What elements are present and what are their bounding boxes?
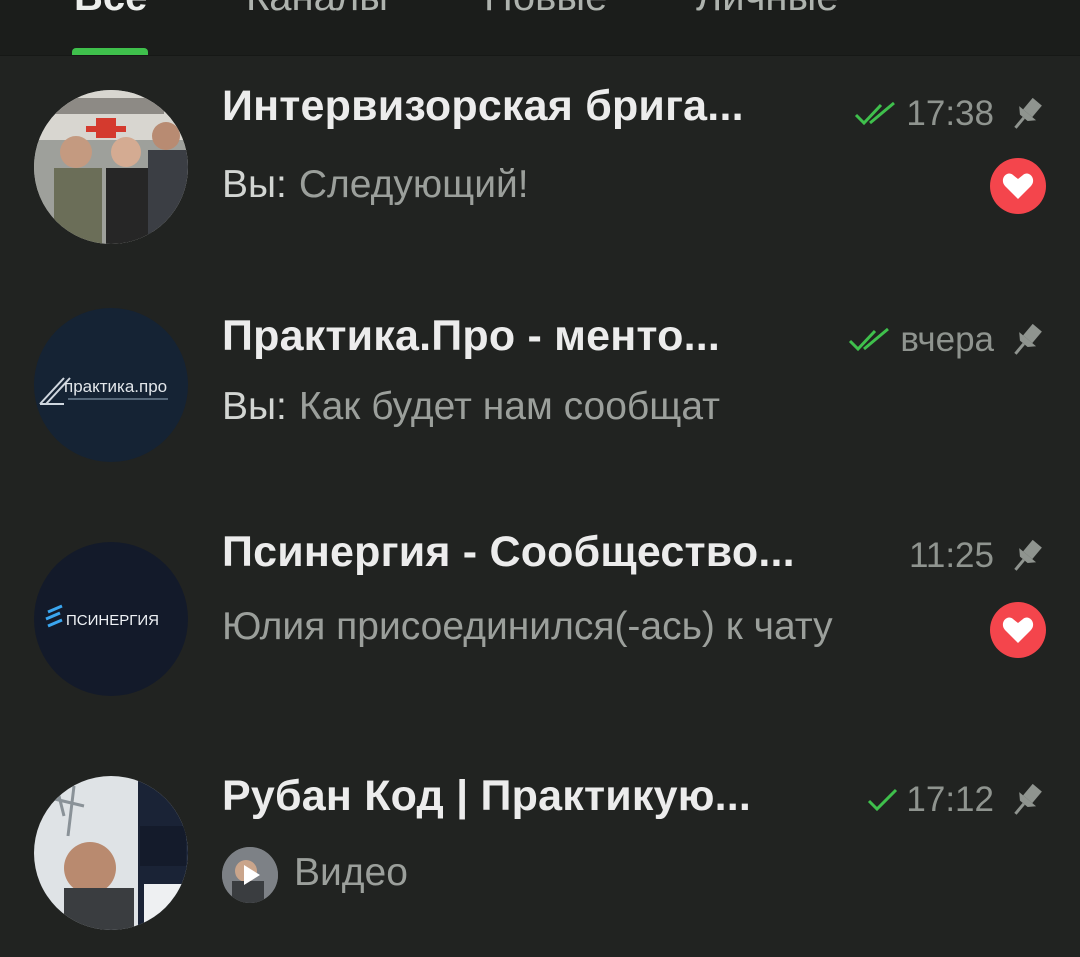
heart-icon: [1002, 173, 1034, 199]
avatar-logo-icon: ПСИНЕРГИЯ: [34, 542, 188, 696]
pin-icon: [1014, 97, 1042, 129]
tab-new[interactable]: Новые: [484, 0, 607, 17]
single-check-icon: [868, 788, 898, 812]
pin-icon: [1014, 783, 1042, 815]
heart-icon: [1002, 617, 1034, 643]
preview-text: Как будет нам сообщат: [298, 385, 721, 428]
preview-text: Юлия присоединился(-ась) к чату: [222, 605, 833, 648]
avatar: [34, 776, 188, 930]
preview-text: Следующий!: [298, 163, 529, 206]
double-check-icon: [849, 327, 890, 352]
video-thumbnail[interactable]: [222, 846, 278, 903]
pin-icon: [1014, 323, 1042, 355]
avatar: практика.про: [34, 308, 188, 462]
pin-icon: [1014, 539, 1042, 571]
chat-time: вчера: [900, 320, 994, 359]
folder-tabs: Все Каналы Новые Личные: [0, 0, 1080, 56]
avatar-logo-text: практика.про: [64, 377, 167, 396]
avatar-photo-icon: [34, 90, 188, 244]
chat-title: Интервизорская брига...: [222, 82, 744, 130]
chat-preview: Видео: [222, 842, 922, 904]
chat-time: 17:12: [906, 780, 994, 819]
sender-label: Вы:: [222, 385, 287, 428]
play-icon: [222, 846, 278, 903]
avatar: [34, 90, 188, 244]
tab-channels[interactable]: Каналы: [246, 0, 388, 17]
chat-row[interactable]: практика.про Практика.Про - менто... вче…: [0, 288, 1080, 520]
chat-row[interactable]: Рубан Код | Практикую... 17:12 Видео: [0, 760, 1080, 957]
chat-meta: вчера: [848, 320, 1046, 360]
reaction-badge[interactable]: [990, 602, 1046, 658]
chat-title: Рубан Код | Практикую...: [222, 772, 752, 820]
avatar-photo-icon: [34, 776, 188, 930]
chat-list-screen: Все Каналы Новые Личные Интервизорска: [0, 0, 1080, 957]
tab-personal[interactable]: Личные: [696, 0, 839, 17]
double-check-icon: [855, 101, 896, 126]
avatar-logo-icon: практика.про: [34, 308, 188, 462]
chat-row[interactable]: ПСИНЕРГИЯ Псинергия - Сообщество... 11:2…: [0, 520, 1080, 760]
reaction-badge[interactable]: [990, 158, 1046, 214]
chat-time: 11:25: [909, 536, 994, 575]
chat-meta: 17:38: [854, 94, 1046, 134]
chat-time: 17:38: [906, 94, 994, 133]
chat-preview: Юлия присоединился(-ась) к чату: [222, 596, 912, 658]
preview-text: Видео: [294, 851, 408, 894]
chat-title: Псинергия - Сообщество...: [222, 528, 795, 576]
avatar-logo-text: ПСИНЕРГИЯ: [66, 612, 159, 629]
chat-meta: 17:12: [866, 780, 1046, 820]
chat-row[interactable]: Интервизорская брига... 17:38 Вы: Следующ…: [0, 56, 1080, 288]
avatar: ПСИНЕРГИЯ: [34, 542, 188, 696]
sender-label: Вы:: [222, 163, 287, 206]
chat-title: Практика.Про - менто...: [222, 312, 721, 360]
active-tab-indicator: [72, 48, 148, 55]
tab-all[interactable]: Все: [74, 0, 147, 17]
chat-preview: Вы: Как будет нам сообщат: [222, 376, 1002, 438]
chat-meta: 11:25: [909, 536, 1046, 576]
chat-preview: Вы: Следующий!: [222, 154, 962, 216]
